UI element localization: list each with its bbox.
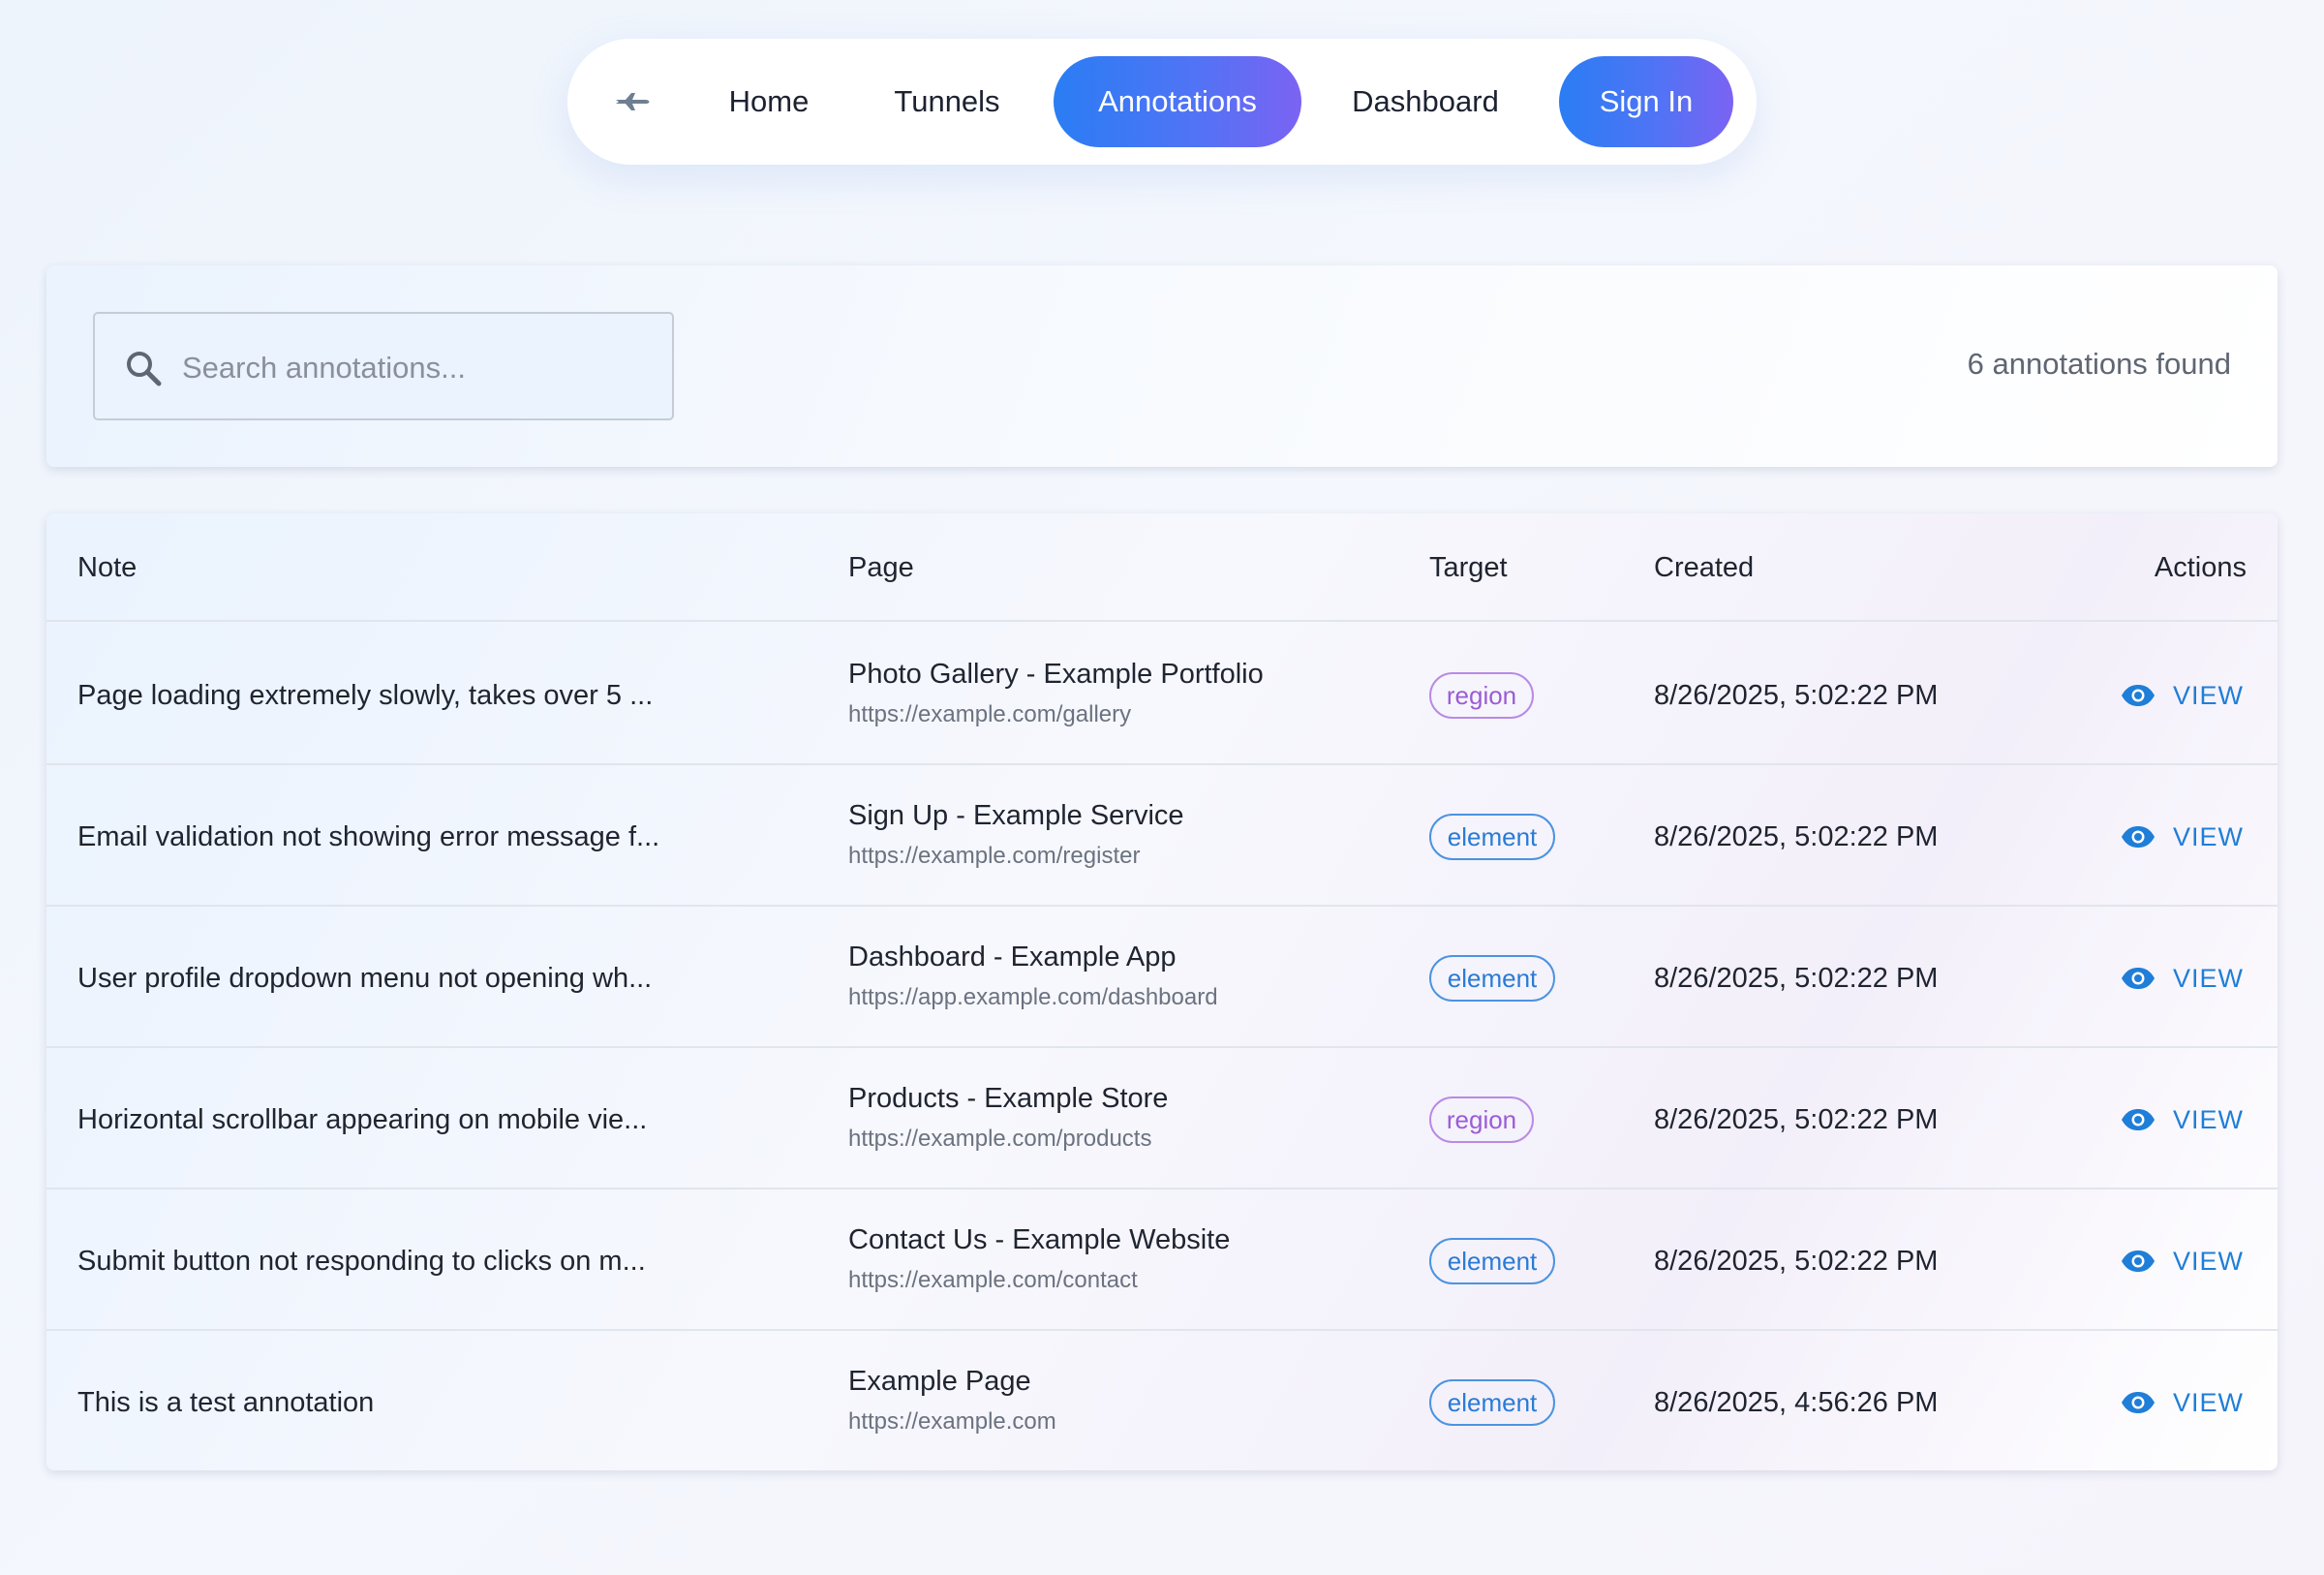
page-title: Sign Up - Example Service — [848, 800, 1184, 831]
header-target: Target — [1429, 552, 1508, 583]
header-created: Created — [1654, 552, 1755, 583]
note-text: Page loading extremely slowly, takes ove… — [77, 680, 654, 711]
page-url: https://example.com — [848, 1408, 1056, 1435]
target-chip: element — [1429, 1238, 1555, 1284]
page-title: Photo Gallery - Example Portfolio — [848, 659, 1264, 690]
view-label: VIEW — [2173, 1387, 2245, 1417]
table-row: This is a test annotation Example Page htt… — [46, 1331, 2278, 1470]
created-date: 8/26/2025, 5:02:22 PM — [1654, 821, 1939, 852]
nav-dashboard[interactable]: Dashboard — [1336, 56, 1514, 147]
search-icon — [127, 352, 162, 386]
annotations-table: Note Page Target Created Actions Page lo… — [46, 513, 2278, 1470]
search-input[interactable] — [182, 343, 647, 393]
eye-icon — [2122, 685, 2155, 706]
eye-icon — [2122, 968, 2155, 989]
eye-icon — [2122, 1251, 2155, 1272]
page-url: https://example.com/register — [848, 843, 1141, 869]
table-row: Submit button not responding to clicks o… — [46, 1189, 2278, 1331]
target-chip: element — [1429, 955, 1555, 1002]
result-count: 6 annotations found — [1967, 347, 2231, 381]
table-row: User profile dropdown menu not opening w… — [46, 907, 2278, 1048]
nav-home[interactable]: Home — [711, 56, 827, 147]
table-header: Note Page Target Created Actions — [46, 513, 2278, 622]
target-chip: element — [1429, 1379, 1555, 1426]
eye-icon — [2122, 1392, 2155, 1413]
view-button[interactable]: VIEW — [2121, 674, 2244, 717]
created-date: 8/26/2025, 4:56:26 PM — [1654, 1387, 1939, 1418]
created-date: 8/26/2025, 5:02:22 PM — [1654, 1246, 1939, 1277]
view-label: VIEW — [2173, 963, 2245, 993]
page-title: Example Page — [848, 1366, 1031, 1397]
eye-icon — [2122, 1109, 2155, 1130]
nav-tunnels[interactable]: Tunnels — [879, 56, 1015, 147]
view-button[interactable]: VIEW — [2121, 1098, 2244, 1141]
page-url: https://example.com/contact — [848, 1267, 1138, 1293]
view-label: VIEW — [2173, 1104, 2245, 1134]
search-panel: 6 annotations found — [46, 265, 2278, 467]
target-chip: region — [1429, 672, 1534, 719]
view-button[interactable]: VIEW — [2121, 1381, 2244, 1424]
page-url: https://app.example.com/dashboard — [848, 984, 1218, 1010]
view-button[interactable]: VIEW — [2121, 816, 2244, 858]
page-title: Dashboard - Example App — [848, 942, 1177, 973]
table-row: Horizontal scrollbar appearing on mobile… — [46, 1048, 2278, 1189]
target-chip: element — [1429, 814, 1555, 860]
note-text: This is a test annotation — [77, 1387, 375, 1418]
plane-icon[interactable] — [606, 82, 660, 121]
page-url: https://example.com/products — [848, 1126, 1152, 1152]
note-text: Submit button not responding to clicks o… — [77, 1246, 646, 1277]
target-chip: region — [1429, 1096, 1534, 1143]
note-text: Email validation not showing error messa… — [77, 821, 660, 852]
view-button[interactable]: VIEW — [2121, 1240, 2244, 1282]
table-row: Page loading extremely slowly, takes ove… — [46, 624, 2278, 765]
top-nav: Home Tunnels Annotations Dashboard Sign … — [567, 39, 1757, 165]
page-title: Products - Example Store — [848, 1083, 1169, 1114]
header-actions: Actions — [2154, 552, 2247, 583]
view-label: VIEW — [2173, 680, 2245, 710]
table-row: Email validation not showing error messa… — [46, 765, 2278, 907]
note-text: User profile dropdown menu not opening w… — [77, 963, 653, 994]
page-url: https://example.com/gallery — [848, 701, 1132, 727]
header-page: Page — [848, 552, 914, 583]
nav-annotations[interactable]: Annotations — [1054, 56, 1301, 147]
view-label: VIEW — [2173, 1246, 2245, 1276]
sign-in-button[interactable]: Sign In — [1559, 56, 1733, 147]
note-text: Horizontal scrollbar appearing on mobile… — [77, 1104, 648, 1135]
eye-icon — [2122, 826, 2155, 848]
page-title: Contact Us - Example Website — [848, 1224, 1231, 1255]
view-label: VIEW — [2173, 821, 2245, 851]
created-date: 8/26/2025, 5:02:22 PM — [1654, 1104, 1939, 1135]
created-date: 8/26/2025, 5:02:22 PM — [1654, 680, 1939, 711]
header-note: Note — [77, 552, 138, 583]
created-date: 8/26/2025, 5:02:22 PM — [1654, 963, 1939, 994]
view-button[interactable]: VIEW — [2121, 957, 2244, 1000]
search-box[interactable] — [93, 312, 674, 420]
